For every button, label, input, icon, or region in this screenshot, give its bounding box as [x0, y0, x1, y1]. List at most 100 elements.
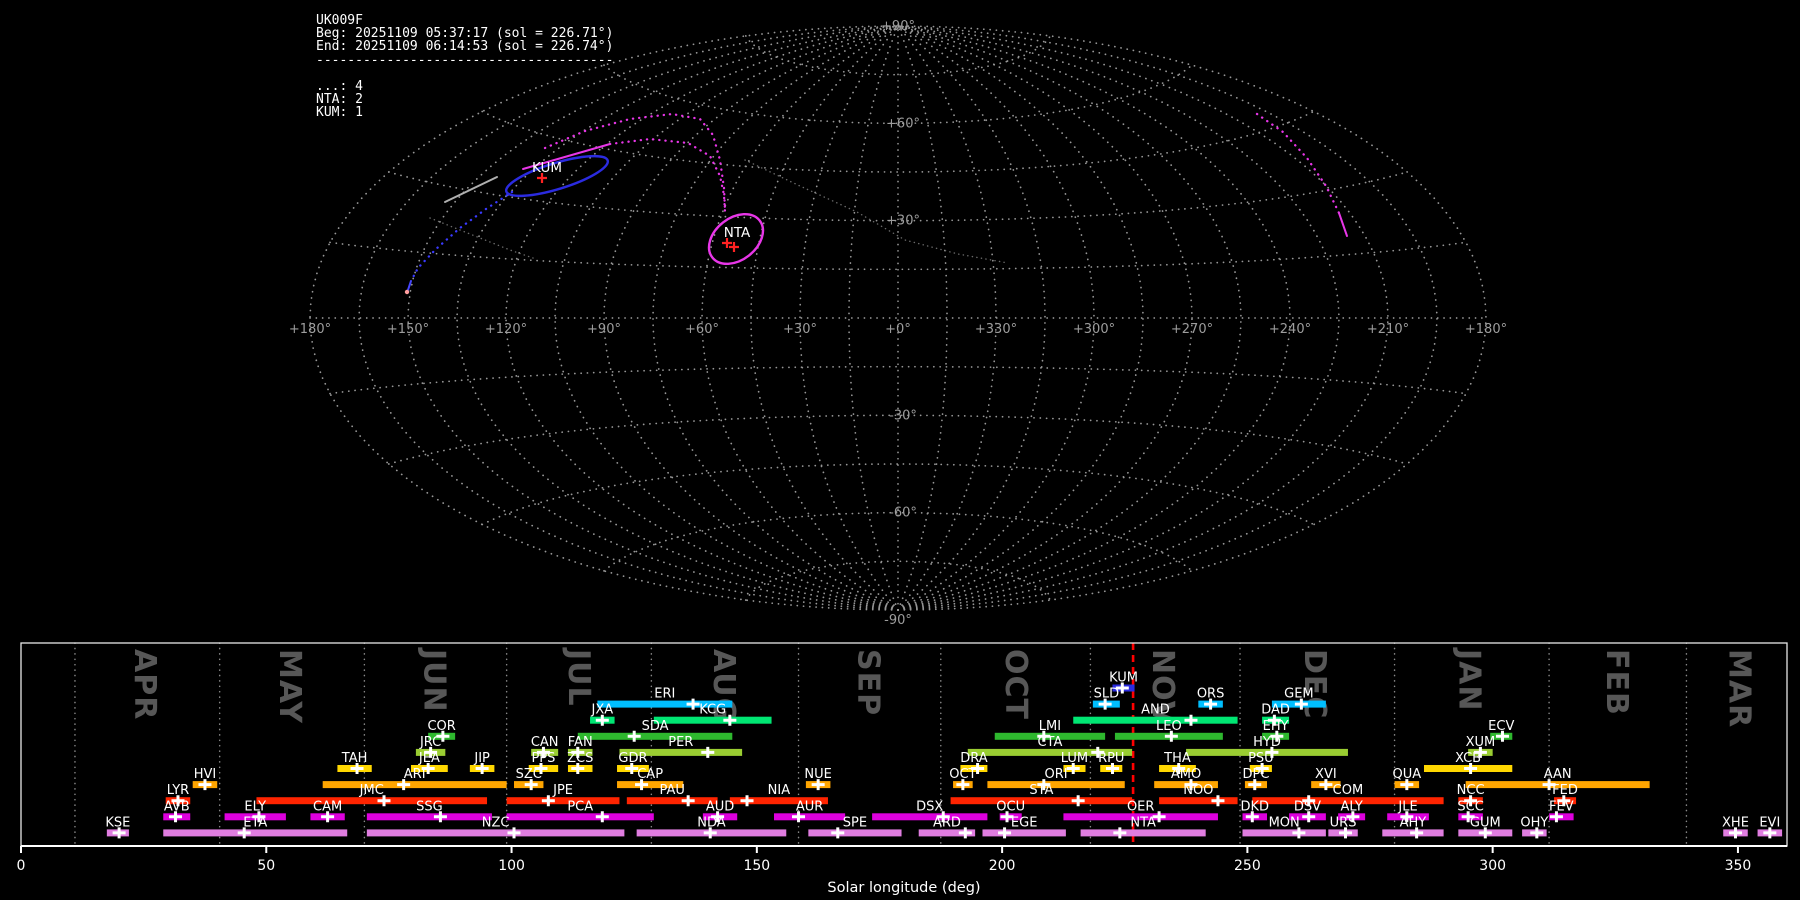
lon-label: +0° — [885, 322, 911, 337]
parallel-line — [329, 241, 1467, 271]
shower-label-CAN: CAN — [531, 735, 559, 750]
x-tick-label: 200 — [989, 858, 1016, 874]
shower-label-AAN: AAN — [1544, 767, 1572, 782]
shower-bar-AUR — [774, 813, 846, 821]
shower-label-JIP: JIP — [473, 751, 490, 766]
shower-label-TAH: TAH — [341, 751, 368, 766]
shower-bar-SSG — [366, 813, 492, 821]
x-tick-label: 0 — [17, 858, 26, 874]
lat-label: +60° — [886, 116, 920, 131]
shower-label-ARD: ARD — [933, 815, 961, 830]
shower-bar-STA — [950, 797, 1133, 805]
shower-label-DSX: DSX — [916, 799, 943, 814]
east-meteor — [1338, 212, 1348, 237]
meridian-line — [848, 25, 899, 611]
shower-label-OER: OER — [1127, 799, 1154, 814]
kum-meteor-tip — [404, 289, 410, 295]
month-label-JUL: JUL — [561, 647, 596, 707]
shower-label-AUD: AUD — [706, 799, 734, 814]
shower-peak-AND — [1184, 714, 1198, 726]
shower-peak-STA — [1071, 795, 1085, 807]
x-tick-label: 150 — [743, 858, 770, 874]
shower-label-CAP: CAP — [637, 767, 663, 782]
radiant-label-KUM: KUM — [532, 160, 562, 176]
parallel-line — [744, 560, 1052, 601]
shower-label-ETA: ETA — [243, 815, 267, 830]
meteor-monitor-screen: UK009F Beg: 20251109 05:37:17 (sol = 226… — [0, 0, 1800, 900]
shower-label-CTA: CTA — [1037, 735, 1062, 750]
meridian-line — [456, 25, 899, 611]
shower-label-SCC: SCC — [1457, 799, 1483, 814]
lat-label: -30° — [889, 408, 917, 423]
lon-label: +330° — [975, 322, 1017, 337]
sky-grid — [309, 25, 1487, 611]
shower-peak-PER — [701, 746, 715, 758]
shower-label-AHY: AHY — [1400, 815, 1427, 830]
shower-label-XCB: XCB — [1455, 751, 1481, 766]
shower-label-SSG: SSG — [416, 799, 443, 814]
shower-label-NZC: NZC — [482, 815, 510, 830]
shower-peak-SDA — [627, 730, 641, 742]
shower-label-ECV: ECV — [1488, 719, 1514, 734]
shower-peak-PCA — [595, 811, 609, 823]
shower-label-JXA: JXA — [590, 703, 613, 718]
shower-label-NOO: NOO — [1183, 783, 1213, 798]
shower-label-SPE: SPE — [843, 815, 867, 830]
shower-bar-DSX — [872, 813, 988, 821]
shower-label-NUE: NUE — [804, 767, 831, 782]
radiant-label-NTA: NTA — [724, 225, 751, 241]
shower-label-SLD: SLD — [1094, 687, 1120, 702]
shower-label-DAD: DAD — [1261, 703, 1290, 718]
shower-label-COR: COR — [427, 719, 455, 734]
shower-label-ALY: ALY — [1340, 799, 1362, 814]
grid-labels: +180° +150° +120° +90° +60° +30° +0° +330° +300°… — [289, 19, 1507, 628]
shower-label-SDA: SDA — [642, 719, 669, 734]
shower-label-XVI: XVI — [1315, 767, 1337, 782]
shower-bar-EGE — [982, 829, 1066, 837]
shower-label-ELY: ELY — [244, 799, 266, 814]
shower-label-FAN: FAN — [568, 735, 593, 750]
shower-label-DSV: DSV — [1294, 799, 1321, 814]
x-tick-label: 50 — [257, 858, 275, 874]
shower-label-FED: FED — [1552, 783, 1578, 798]
radiant-ellipse-KUM — [504, 154, 610, 198]
shower-label-AVB: AVB — [164, 799, 190, 814]
shower-label-JMC: JMC — [359, 783, 384, 798]
shower-label-OHY: OHY — [1520, 815, 1548, 830]
shower-label-KCG: KCG — [699, 703, 726, 718]
shower-label-GDR: GDR — [618, 751, 647, 766]
shower-label-URS: URS — [1330, 815, 1357, 830]
shower-label-ARI: ARI — [404, 767, 426, 782]
shower-label-KSE: KSE — [105, 815, 130, 830]
shower-label-DKD: DKD — [1240, 799, 1269, 814]
shower-label-ORI: ORI — [1045, 767, 1068, 782]
shower-label-ZCS: ZCS — [567, 751, 593, 766]
shower-label-THA: THA — [1163, 751, 1191, 766]
shower-label-PCA: PCA — [567, 799, 593, 814]
shower-label-LMI: LMI — [1039, 719, 1061, 734]
x-tick-label: 250 — [1234, 858, 1261, 874]
month-label-JUN: JUN — [417, 647, 452, 713]
shower-label-ORS: ORS — [1197, 687, 1225, 702]
shower-label-AUR: AUR — [796, 799, 823, 814]
shower-label-JPE: JPE — [552, 783, 573, 798]
shower-label-PSU: PSU — [1248, 751, 1274, 766]
nta-path-b-dotted — [543, 112, 727, 212]
kum-meteor — [407, 280, 412, 291]
meridian-line — [897, 25, 1291, 611]
month-label-OCT: OCT — [998, 649, 1033, 720]
lon-label: +180° — [289, 322, 331, 337]
shower-label-JLE: JLE — [1397, 799, 1417, 814]
shower-bar-SPE — [808, 829, 902, 837]
kum-meteor-path-dotted — [409, 190, 514, 283]
shower-label-SZC: SZC — [516, 767, 542, 782]
lon-label: +210° — [1367, 322, 1409, 337]
shower-label-DRA: DRA — [960, 751, 988, 766]
meridian-line — [358, 25, 899, 611]
meridian-line — [750, 25, 899, 611]
shower-label-NTA: NTA — [1130, 815, 1156, 830]
shower-label-AMO: AMO — [1171, 767, 1201, 782]
ecliptic-a — [429, 217, 534, 259]
shower-label-PER: PER — [668, 735, 693, 750]
shower-label-LUM: LUM — [1061, 751, 1088, 766]
